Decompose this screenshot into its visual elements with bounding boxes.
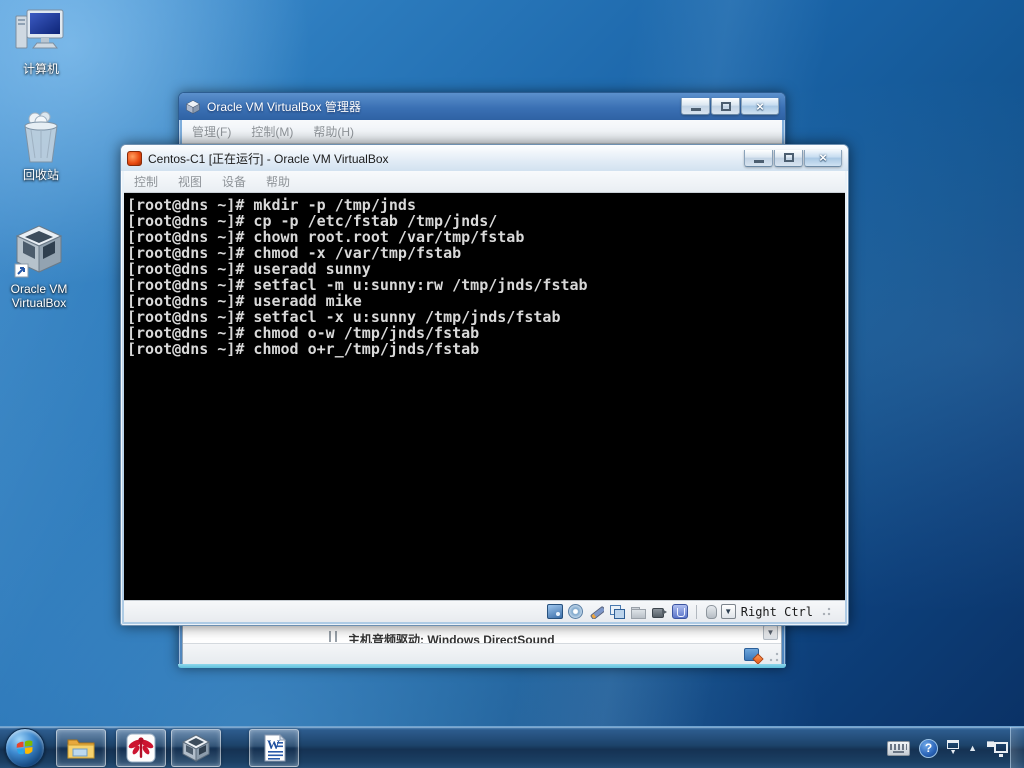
manager-maximize-button[interactable] — [711, 98, 740, 115]
scroll-down-button[interactable]: ▼ — [763, 625, 778, 640]
dragonfly-app-icon — [126, 733, 156, 763]
vm-console-window: Centos-C1 [正在运行] - Oracle VM VirtualBox … — [120, 144, 849, 626]
taskbar-button-dragonfly-app[interactable] — [116, 729, 166, 767]
close-icon: × — [819, 150, 827, 165]
desktop-icon-virtualbox[interactable]: Oracle VM VirtualBox — [0, 222, 78, 310]
manager-titlebar[interactable]: Oracle VM VirtualBox 管理器 × — [179, 93, 785, 120]
language-bar-icon[interactable]: ▼ — [947, 740, 960, 756]
shared-folder-status-icon[interactable] — [630, 604, 646, 619]
terminal-line: [root@dns ~]# useradd sunny — [127, 260, 371, 278]
manager-menubar: 管理(F) 控制(M) 帮助(H) — [182, 120, 782, 144]
virtualbox-icon — [181, 734, 211, 762]
vm-restore-button[interactable] — [774, 149, 803, 167]
taskbar-button-virtualbox[interactable] — [171, 729, 221, 767]
virtualbox-logo-icon — [185, 99, 201, 114]
terminal-line: [root@dns ~]# chmod o+r_/tmp/jnds/fstab — [127, 340, 480, 358]
hard-disk-status-icon[interactable] — [546, 604, 563, 619]
vm-statusbar: ▼ Right Ctrl — [124, 600, 845, 622]
usb-status-icon[interactable] — [671, 604, 688, 619]
terminal-line: [root@dns ~]# cp -p /etc/fstab /tmp/jnds… — [127, 212, 498, 230]
computer-icon — [15, 9, 64, 49]
show-desktop-button[interactable] — [1010, 727, 1024, 768]
up-arrow-icon: ▲ — [968, 743, 977, 753]
menu-item-machine[interactable]: 控制 — [124, 173, 168, 190]
menu-item-view[interactable]: 视图 — [168, 173, 212, 190]
terminal-line: [root@dns ~]# chown root.root /var/tmp/f… — [127, 228, 525, 246]
chevron-down-icon: ▼ — [949, 749, 957, 756]
keyboard-tray-icon[interactable] — [887, 740, 911, 756]
start-button[interactable] — [5, 728, 45, 768]
vm-window-title: Centos-C1 [正在运行] - Oracle VM VirtualBox — [148, 151, 389, 166]
manager-bottom-edge — [178, 664, 786, 668]
terminal-line: [root@dns ~]# chmod o-w /tmp/jnds/fstab — [127, 324, 480, 342]
menu-item-help[interactable]: 帮助 — [256, 173, 300, 190]
manager-minimize-button[interactable] — [681, 98, 710, 115]
terminal-line: [root@dns ~]# mkdir -p /tmp/jnds — [127, 196, 416, 214]
optical-disc-status-icon[interactable] — [567, 604, 583, 619]
vm-minimize-button[interactable] — [744, 149, 773, 167]
manager-window-title: Oracle VM VirtualBox 管理器 — [207, 100, 361, 114]
show-hidden-icons-button[interactable]: ▲ — [968, 743, 977, 753]
resize-grip[interactable] — [769, 652, 779, 662]
recycle-bin-icon — [24, 111, 58, 163]
desktop-icon-recycle-bin[interactable]: 回收站 — [2, 110, 80, 182]
terminal-line: [root@dns ~]# setfacl -x u:sunny /tmp/jn… — [127, 308, 561, 326]
explorer-folder-icon — [67, 739, 95, 759]
virtualbox-status-icon — [744, 648, 764, 664]
resize-grip[interactable] — [822, 607, 831, 616]
vm-menubar: 控制 视图 设备 帮助 — [124, 171, 845, 193]
menu-item-machine[interactable]: 控制(M) — [241, 123, 303, 140]
desktop-icon-computer[interactable]: 计算机 — [2, 8, 80, 76]
taskbar: W ? ▼ ▲ — [0, 726, 1024, 768]
network-tray-icon[interactable] — [986, 739, 1008, 757]
windows-logo-icon — [16, 740, 33, 755]
system-tray: ? ▼ ▲ — [887, 727, 1008, 768]
network-status-icon[interactable] — [609, 604, 625, 619]
menu-item-help[interactable]: 帮助(H) — [303, 123, 364, 140]
terminal-line: [root@dns ~]# setfacl -m u:sunny:rw /tmp… — [127, 276, 588, 294]
desktop-icon-label: 计算机 — [22, 62, 59, 76]
statusbar-divider — [695, 604, 697, 619]
vm-titlebar[interactable]: Centos-C1 [正在运行] - Oracle VM VirtualBox … — [121, 145, 848, 171]
audio-section-marks — [329, 631, 337, 642]
terminal-line: [root@dns ~]# useradd mike — [127, 292, 362, 310]
terminal-screen[interactable]: [root@dns ~]# mkdir -p /tmp/jnds [root@d… — [124, 193, 845, 600]
word-icon: W — [264, 733, 287, 762]
manager-close-button[interactable]: × — [741, 98, 779, 115]
menu-item-manage[interactable]: 管理(F) — [182, 123, 241, 140]
restore-window-icon — [947, 740, 960, 749]
menu-item-devices[interactable]: 设备 — [212, 173, 256, 190]
close-icon: × — [756, 98, 764, 114]
ime-help-icon[interactable]: ? — [919, 738, 939, 758]
serial-pen-status-icon[interactable] — [588, 604, 604, 619]
manager-statusbar — [183, 643, 781, 664]
audio-driver-row: 主机音频驱动: Windows DirectSound — [348, 632, 555, 643]
taskbar-button-explorer[interactable] — [56, 729, 106, 767]
audio-driver-text: 主机音频驱动: Windows DirectSound — [348, 633, 555, 643]
host-key-label: Right Ctrl — [740, 604, 813, 619]
vm-window-icon — [127, 150, 142, 166]
vm-close-button[interactable]: × — [804, 149, 842, 167]
keyboard-capture-icon[interactable]: ▼ — [720, 604, 736, 619]
word-letter: W — [267, 737, 280, 752]
desktop-icon-label: Oracle VM VirtualBox — [10, 282, 68, 310]
taskbar-button-word[interactable]: W — [249, 729, 299, 767]
question-icon: ? — [924, 741, 933, 755]
chevron-down-icon: ▼ — [766, 628, 775, 637]
down-arrow-icon: ▼ — [724, 607, 733, 616]
virtualbox-shortcut-icon — [14, 225, 63, 278]
desktop-icon-label: 回收站 — [22, 168, 59, 182]
video-capture-status-icon[interactable] — [651, 604, 667, 619]
mouse-capture-icon[interactable] — [705, 604, 717, 619]
terminal-line: [root@dns ~]# chmod -x /var/tmp/fstab — [127, 244, 462, 262]
desktop: 计算机 回收站 Oracle VM VirtualBox Oracle VM V… — [0, 0, 1024, 768]
